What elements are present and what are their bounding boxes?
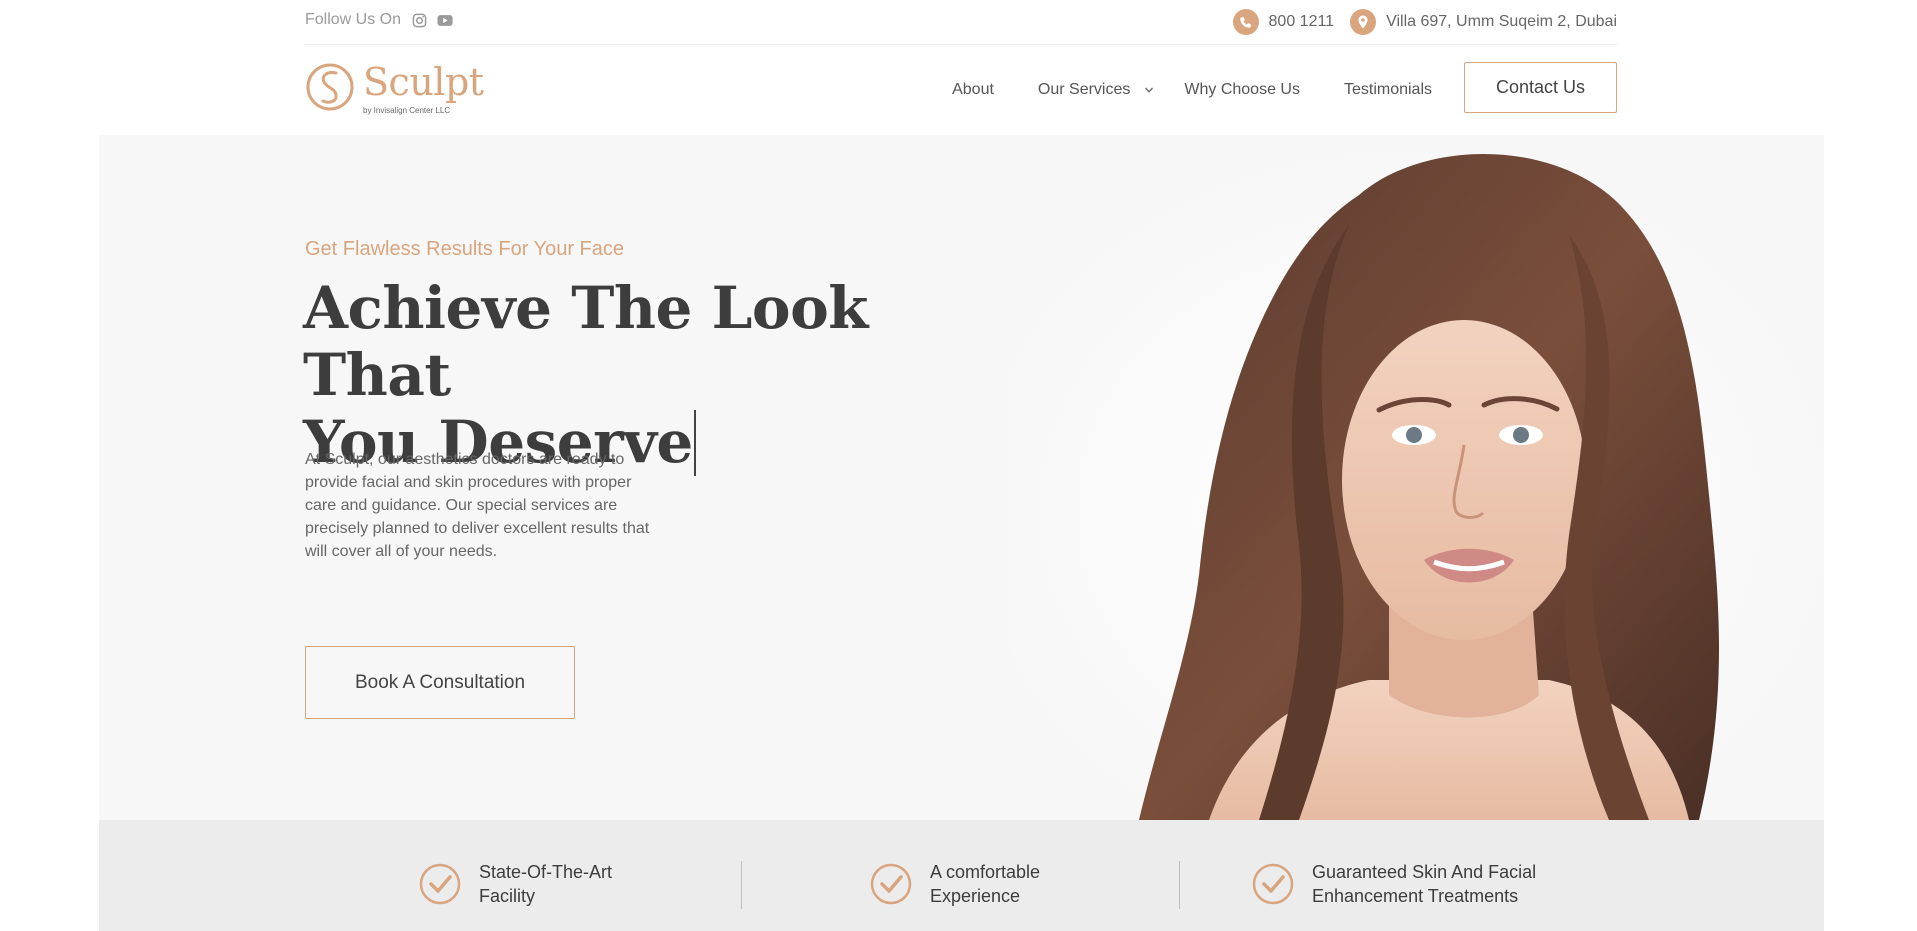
sculpt-logo-mark-icon xyxy=(306,63,354,111)
instagram-icon[interactable] xyxy=(411,12,427,28)
main-nav: About Our Services Why Choose Us Testimo… xyxy=(952,81,1432,99)
hero-headline: Achieve The Look That You Deserve xyxy=(303,275,943,476)
logo-name: Sculpt xyxy=(363,60,484,104)
hero-headline-line1: Achieve The Look That xyxy=(303,274,868,409)
logo-text: Sculpt xyxy=(363,62,484,102)
address-link[interactable]: Villa 697, Umm Suqeim 2, Dubai xyxy=(1350,9,1617,35)
feature-title-line2: Facility xyxy=(479,886,536,906)
phone-number: 800 1211 xyxy=(1268,13,1335,30)
nav-why-choose-us[interactable]: Why Choose Us xyxy=(1184,81,1300,99)
feature-item: State-Of-The-Art Facility xyxy=(419,860,612,908)
book-consultation-button[interactable]: Book A Consultation xyxy=(305,646,575,719)
nav-our-services-label: Our Services xyxy=(1037,81,1131,98)
chevron-down-icon xyxy=(1145,87,1154,93)
follow-us-label: Follow Us On xyxy=(305,11,402,28)
feature-title-line2: Enhancement Treatments xyxy=(1312,886,1519,906)
contact-us-button[interactable]: Contact Us xyxy=(1464,62,1617,113)
logo[interactable]: Sculpt xyxy=(305,62,484,112)
feature-item: Guaranteed Skin And Facial Enhancement T… xyxy=(1252,860,1536,908)
hero-section: Get Flawless Results For Your Face Achie… xyxy=(99,135,1824,820)
text-cursor xyxy=(693,410,696,476)
youtube-icon[interactable] xyxy=(437,12,453,28)
nav-our-services[interactable]: Our Services xyxy=(1038,81,1154,99)
location-pin-icon xyxy=(1350,9,1377,35)
nav-testimonials[interactable]: Testimonials xyxy=(1344,81,1432,99)
hero-portrait-image xyxy=(1009,135,1824,820)
logo-subtitle: by Invisalign Center LLC xyxy=(363,106,451,115)
feature-divider xyxy=(1179,861,1180,909)
address-text: Villa 697, Umm Suqeim 2, Dubai xyxy=(1386,13,1617,30)
phone-link[interactable]: 800 1211 xyxy=(1232,9,1335,35)
feature-title-line1: State-Of-The-Art xyxy=(479,862,613,882)
follow-us: Follow Us On xyxy=(305,11,453,29)
nav-testimonials-label: Testimonials xyxy=(1343,81,1432,98)
nav-why-choose-us-label: Why Choose Us xyxy=(1184,81,1300,98)
nav-about-label: About xyxy=(952,81,994,98)
nav-about[interactable]: About xyxy=(952,81,994,99)
feature-item: A comfortable Experience xyxy=(870,860,1040,908)
features-strip: State-Of-The-Art Facility A comfortable … xyxy=(99,820,1824,931)
contact-info: 800 1211 Villa 697, Umm Suqeim 2, Dubai xyxy=(1232,9,1617,35)
check-circle-icon xyxy=(870,863,912,905)
feature-title-line1: A comfortable xyxy=(930,862,1041,882)
hero-eyebrow: Get Flawless Results For Your Face xyxy=(305,238,625,260)
phone-icon xyxy=(1232,9,1259,35)
feature-title-line2: Experience xyxy=(930,886,1021,906)
main-header: Sculpt by Invisalign Center LLC About Ou… xyxy=(305,45,1617,135)
feature-divider xyxy=(741,861,742,909)
check-circle-icon xyxy=(419,863,461,905)
top-bar: Follow Us On 800 1211 Villa 697, Umm Suq… xyxy=(305,0,1617,45)
feature-title-line1: Guaranteed Skin And Facial xyxy=(1312,862,1537,882)
check-circle-icon xyxy=(1252,863,1294,905)
hero-description: At Sculpt, our aesthetics doctors are re… xyxy=(305,451,650,560)
